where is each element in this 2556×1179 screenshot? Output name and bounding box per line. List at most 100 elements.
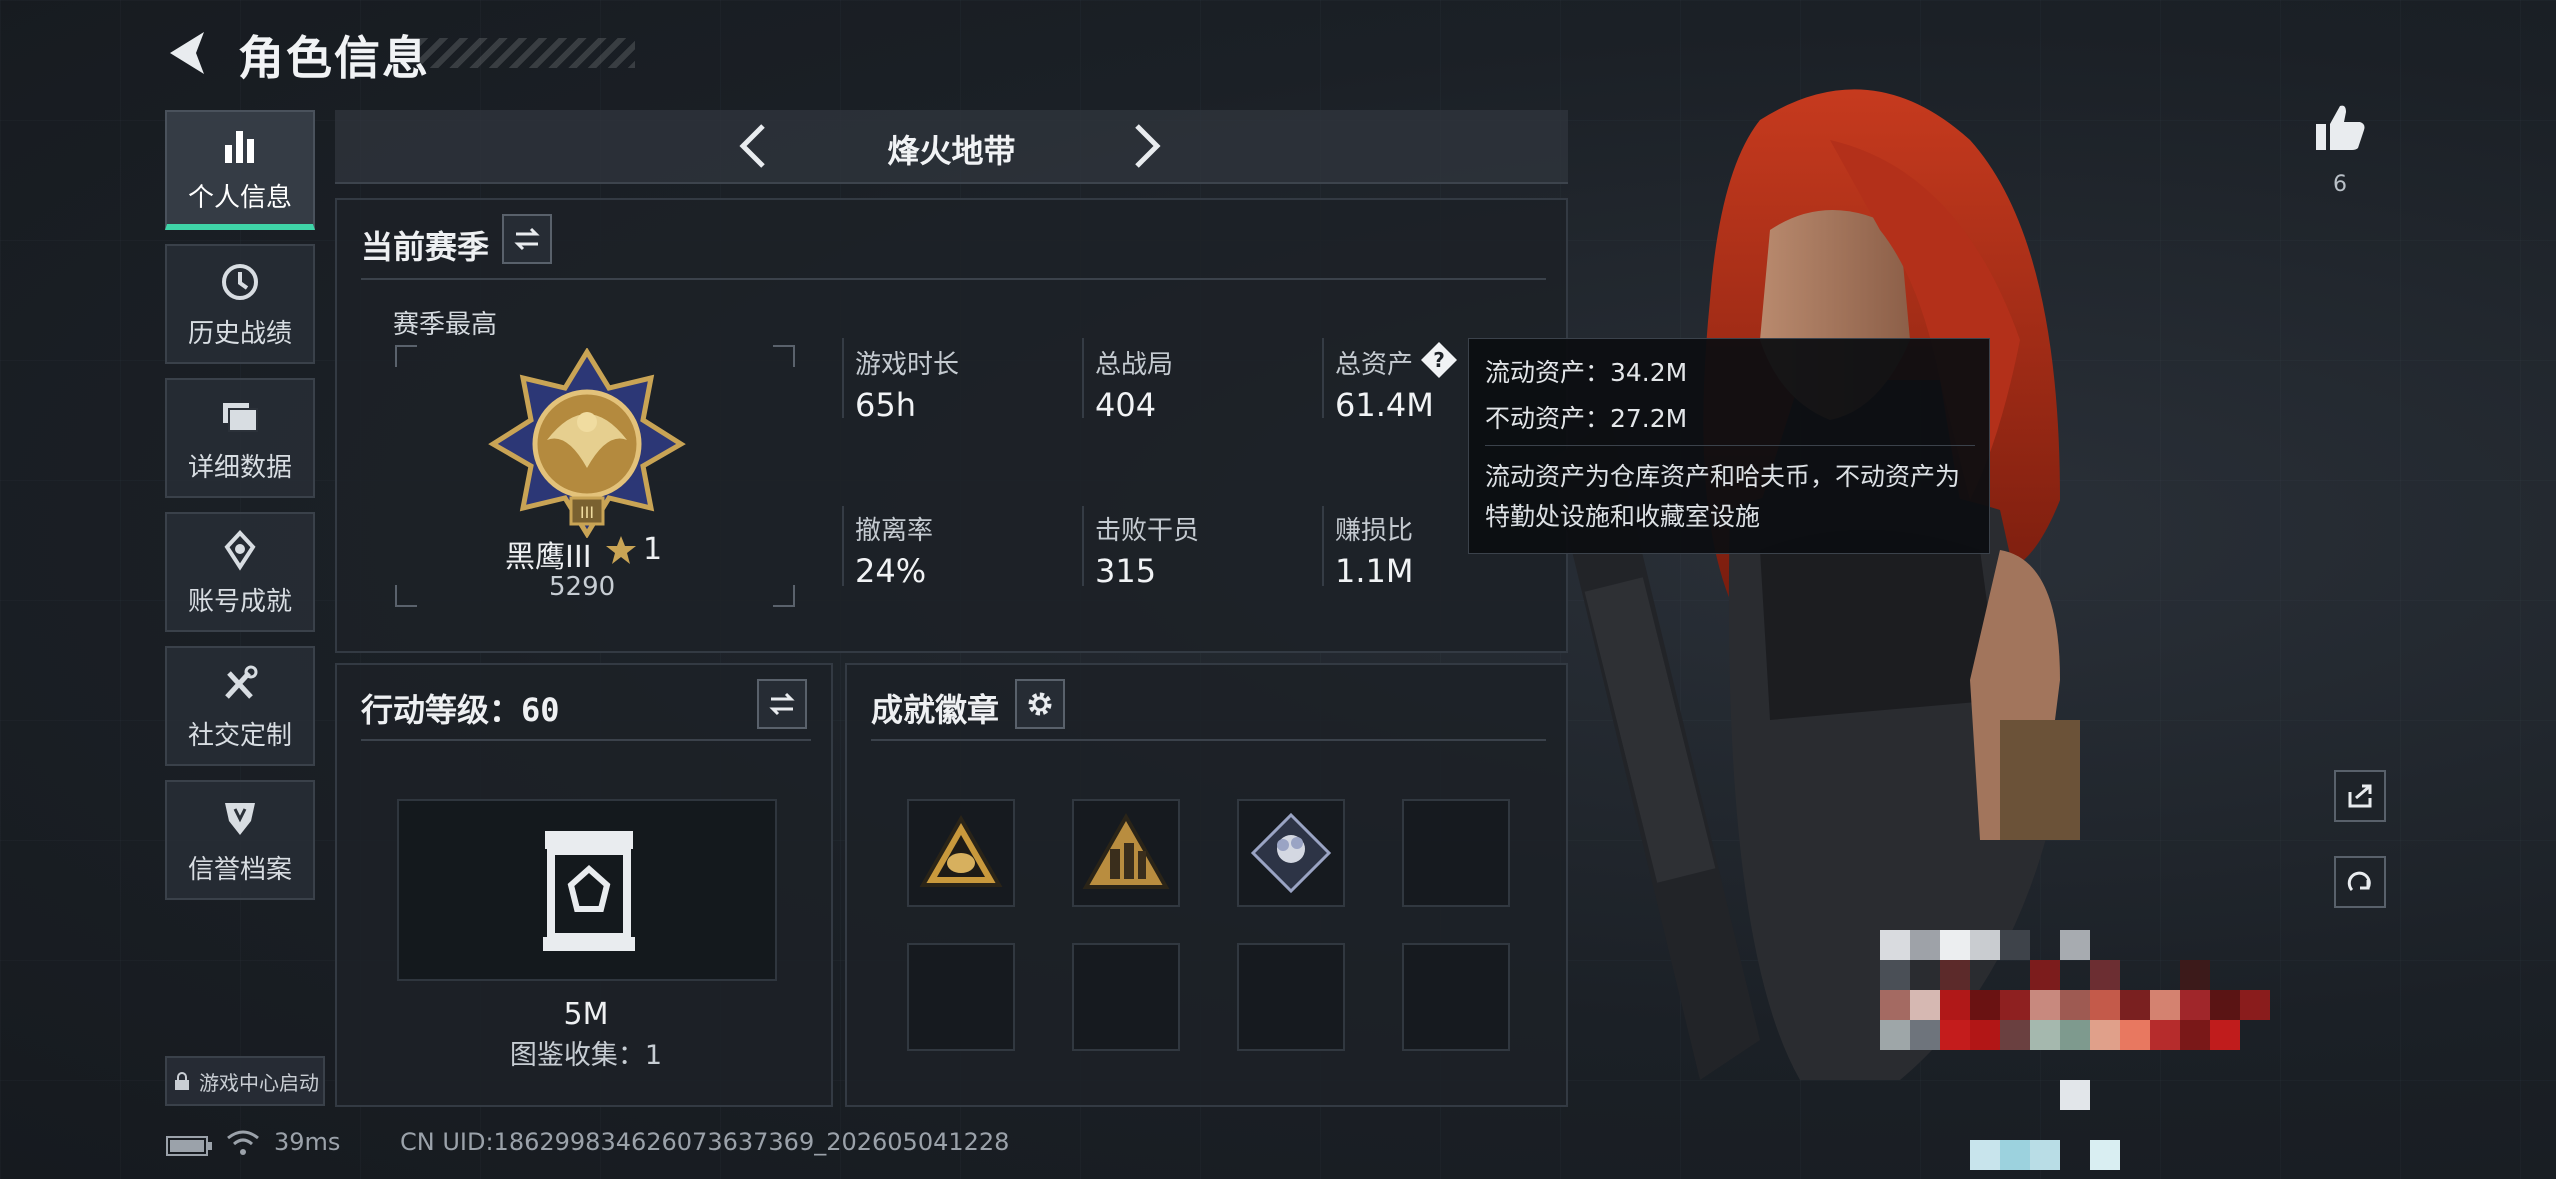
frame-corner: [395, 345, 417, 367]
gear-icon: [1028, 692, 1052, 716]
stat-kills-label: 击败干员: [1095, 516, 1200, 546]
battery-icon: [166, 1136, 212, 1156]
stat-assets-label: 总资产: [1335, 350, 1414, 380]
mode-next-button[interactable]: [1115, 116, 1175, 176]
collection-value: 5M: [563, 997, 609, 1032]
sidebar-item-achievements[interactable]: 账号成就: [165, 512, 315, 632]
badge-slot-1[interactable]: [907, 799, 1015, 907]
season-switch-button[interactable]: [502, 214, 552, 264]
lock-icon: [175, 1072, 189, 1090]
season-divider: [361, 278, 1546, 280]
swap-icon: [769, 692, 795, 716]
badges-title: 成就徽章: [871, 691, 1000, 729]
frame-corner: [773, 345, 795, 367]
stat-matches-label: 总战局: [1095, 350, 1174, 380]
rotate-icon: [2347, 871, 2371, 892]
rank-stars: 1: [643, 532, 663, 567]
stat-extract-label: 撤离率: [855, 516, 934, 546]
tooltip-description: 流动资产为仓库资产和哈夫币，不动资产为特勤处设施和收藏室设施: [1485, 462, 1961, 531]
share-button[interactable]: [2334, 770, 2386, 822]
badges-panel: 成就徽章: [845, 663, 1568, 1107]
stat-profit-label: 赚损比: [1335, 516, 1414, 546]
mode-title: 烽火地带: [887, 132, 1016, 170]
shield-icon: [225, 802, 255, 835]
stat-separator: [1082, 338, 1084, 418]
stat-separator: [1082, 506, 1084, 586]
like-button[interactable]: [2312, 100, 2368, 156]
wifi-icon: [227, 1130, 259, 1155]
badge-slot-7[interactable]: [1237, 943, 1345, 1051]
stat-matches-value: 404: [1095, 386, 1157, 424]
player-uid: CN UID:1862998346260736373​69_2026050412…: [400, 1128, 1010, 1156]
star-icon: [606, 536, 636, 564]
svg-text:?: ?: [1433, 348, 1445, 372]
stat-separator: [1322, 338, 1324, 418]
stat-extract-value: 24%: [855, 552, 927, 590]
frame-corner: [773, 585, 795, 607]
stat-playtime-value: 65h: [855, 386, 916, 424]
stat-profit-value: 1.1M: [1335, 552, 1414, 590]
collection-display-icon: [543, 831, 635, 951]
bar-chart-icon: [225, 130, 254, 163]
tools-icon: [225, 665, 258, 699]
stat-kills-value: 315: [1095, 552, 1157, 590]
sidebar-item-history[interactable]: 历史战绩: [165, 244, 315, 364]
back-button[interactable]: [160, 24, 218, 82]
launch-label: 游戏中心启动: [199, 1070, 319, 1095]
diamond-flower-badge-icon: [1250, 812, 1332, 894]
rank-emblem-icon: III: [488, 348, 686, 538]
stat-assets-value: 61.4M: [1335, 386, 1434, 424]
chevron-right-icon: [1135, 124, 1161, 168]
help-icon: ?: [1421, 342, 1457, 378]
game-center-launch-button[interactable]: 游戏中心启动: [165, 1056, 325, 1106]
page-title: 角色信息: [238, 31, 430, 85]
sidebar-item-label: 个人信息: [187, 182, 292, 213]
achievement-icon: [224, 529, 256, 571]
sidebar-item-label: 社交定制: [187, 720, 292, 751]
frame-corner: [395, 585, 417, 607]
stat-separator: [1322, 506, 1324, 586]
badge-slot-4[interactable]: [1402, 799, 1510, 907]
collection-count: 图鉴收集：1: [509, 1040, 663, 1071]
svg-text:III: III: [580, 503, 594, 522]
rank-score: 5290: [549, 572, 616, 602]
badge-slot-6[interactable]: [1072, 943, 1180, 1051]
sidebar-item-personal-info[interactable]: 个人信息: [165, 110, 315, 230]
collection-frame: [397, 799, 777, 981]
title-decoration: [420, 38, 635, 68]
ping-value: 39ms: [274, 1128, 341, 1156]
censored-area: [1880, 930, 2270, 1170]
stat-separator: [842, 506, 844, 586]
sidebar-item-label: 历史战绩: [187, 318, 292, 349]
sidebar-item-label: 详细数据: [187, 452, 292, 483]
sidebar-item-social[interactable]: 社交定制: [165, 646, 315, 766]
folder-icon: [223, 402, 258, 432]
stat-playtime-label: 游戏时长: [855, 350, 960, 380]
rotate-button[interactable]: [2334, 856, 2386, 908]
sidebar-item-label: 账号成就: [187, 586, 292, 617]
badge-slot-3[interactable]: [1237, 799, 1345, 907]
sidebar-item-credit[interactable]: 信誉档案: [165, 780, 315, 900]
tooltip-liquid-assets: 流动资产：34.2M: [1485, 358, 1688, 387]
action-level-switch-button[interactable]: [757, 679, 807, 729]
action-level-title: 行动等级：60: [361, 691, 560, 729]
season-panel: 当前赛季 赛季最高 III 黑鹰III 1 5290 游戏时长 65h 总战局 …: [335, 198, 1568, 653]
stat-separator: [842, 338, 844, 418]
triangle-soldiers-badge-icon: [1082, 812, 1170, 889]
swap-icon: [514, 227, 540, 251]
clock-icon: [222, 263, 258, 300]
assets-tooltip: 流动资产：34.2M 不动资产：27.2M 流动资产为仓库资产和哈夫币，不动资产…: [1468, 338, 1990, 554]
badge-slot-5[interactable]: [907, 943, 1015, 1051]
thumbs-up-icon: [2316, 105, 2365, 150]
badges-settings-button[interactable]: [1015, 679, 1065, 729]
action-level-divider: [361, 739, 811, 741]
assets-help-button[interactable]: ?: [1419, 340, 1459, 380]
sidebar-item-label: 信誉档案: [187, 854, 292, 885]
mode-selector: 烽火地带: [335, 110, 1568, 184]
season-best-label: 赛季最高: [393, 310, 498, 340]
sidebar-item-detail-data[interactable]: 详细数据: [165, 378, 315, 498]
badge-slot-2[interactable]: [1072, 799, 1180, 907]
action-level-panel: 行动等级：60 5M 图鉴收集：1: [335, 663, 833, 1107]
badge-slot-8[interactable]: [1402, 943, 1510, 1051]
tooltip-divider: [1485, 445, 1975, 446]
